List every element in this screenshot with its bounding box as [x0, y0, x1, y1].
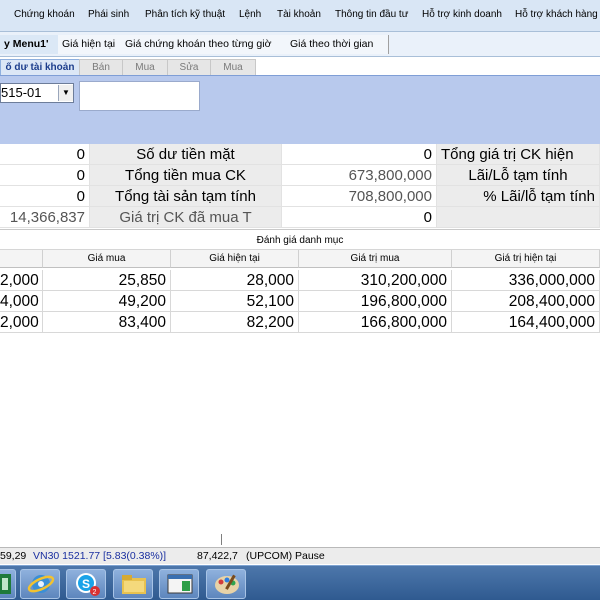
- table-cell[interactable]: 164,400,000: [452, 312, 600, 333]
- column-header-gia-hien-tai[interactable]: Giá hiện tại: [171, 250, 299, 268]
- summary-value: 0: [0, 186, 90, 207]
- tab-mua-2[interactable]: Mua: [210, 59, 256, 75]
- chevron-down-icon[interactable]: ▼: [58, 85, 73, 101]
- table-cell[interactable]: 49,200: [43, 291, 171, 312]
- account-select-value: 515-01: [1, 85, 42, 100]
- table-cell[interactable]: 28,000: [171, 270, 299, 291]
- table-cell[interactable]: 25,850: [43, 270, 171, 291]
- table-cell[interactable]: 82,200: [171, 312, 299, 333]
- skype-icon: S2: [76, 573, 100, 596]
- summary-empty: [437, 207, 600, 228]
- svg-text:S: S: [82, 577, 90, 591]
- tab-gia-hien-tai[interactable]: Giá hiện tại: [58, 35, 129, 54]
- summary-value: 14,366,837: [0, 207, 90, 228]
- summary-value: 0: [0, 165, 90, 186]
- summary-value: 708,800,000: [282, 186, 437, 207]
- tab-mua[interactable]: Mua: [122, 59, 168, 75]
- ie-icon: [27, 575, 55, 593]
- paint-icon: [215, 574, 239, 594]
- table-cell[interactable]: 52,100: [171, 291, 299, 312]
- table-cell[interactable]: 83,400: [43, 312, 171, 333]
- splitter[interactable]: [221, 534, 222, 545]
- window-icon: [167, 574, 193, 594]
- column-header-gia-tri-hien-tai[interactable]: Giá trị hiện tại: [452, 250, 600, 268]
- account-text-field[interactable]: [79, 81, 200, 111]
- table-cell[interactable]: 2,000: [0, 312, 43, 333]
- tab-ban[interactable]: Bán: [79, 59, 123, 75]
- account-select[interactable]: 515-01 ▼: [0, 83, 74, 103]
- balance-summary: 0 Số dư tiền mặt 0 Tổng giá trị CK hiện …: [0, 144, 600, 228]
- tab-sua[interactable]: Sửa: [167, 59, 211, 75]
- menu-bar: Chứng khoán Phái sinh Phân tích kỹ thuật…: [0, 0, 600, 32]
- menu-chung-khoan[interactable]: Chứng khoán: [14, 9, 75, 20]
- taskbar-paint[interactable]: [206, 569, 246, 599]
- taskbar-explorer[interactable]: [113, 569, 153, 599]
- column-header[interactable]: [0, 250, 43, 268]
- status-index-right: 87,422,7: [197, 550, 238, 562]
- tab-my-menu[interactable]: y Menu1': [0, 35, 66, 54]
- sub-tabs: ố dư tài khoản Bán Mua Sửa Mua: [0, 58, 600, 75]
- taskbar-skype[interactable]: S2: [66, 569, 106, 599]
- taskbar-excel[interactable]: [0, 569, 16, 599]
- menu-phan-tich-ky-thuat[interactable]: Phân tích kỹ thuật: [145, 9, 225, 20]
- menu-lenh[interactable]: Lệnh: [239, 9, 261, 20]
- portfolio-title: Đánh giá danh mục: [0, 229, 600, 250]
- status-index-left: 59,29: [0, 550, 27, 562]
- taskbar-app-window[interactable]: [159, 569, 199, 599]
- table-cell[interactable]: 4,000: [0, 291, 43, 312]
- taskbar-browser[interactable]: [20, 569, 60, 599]
- table-cell[interactable]: 336,000,000: [452, 270, 600, 291]
- tab-gia-theo-thoi-gian[interactable]: Giá theo thời gian: [286, 35, 389, 54]
- toolbar: y Menu1' Giá hiện tại Giá chứng khoán th…: [0, 32, 600, 57]
- summary-label: Tổng tài sản tạm tính: [90, 186, 282, 207]
- tab-gia-theo-gio[interactable]: Giá chứng khoán theo từng giờ: [121, 35, 294, 54]
- summary-label: % Lãi/lỗ tạm tính: [437, 186, 600, 207]
- tab-so-du-tai-khoan[interactable]: ố dư tài khoản: [0, 59, 80, 75]
- summary-label: Giá trị CK đã mua T: [90, 207, 282, 228]
- table-cell[interactable]: 310,200,000: [299, 270, 452, 291]
- status-bar: 59,29 VN30 1521.77 [5.83(0.38%)] 87,422,…: [0, 547, 600, 564]
- menu-phai-sinh[interactable]: Phái sinh: [88, 9, 129, 20]
- status-upcom: (UPCOM) Pause: [246, 550, 325, 562]
- status-vn30: VN30 1521.77 [5.83(0.38%)]: [33, 550, 167, 562]
- summary-value: 0: [0, 144, 90, 165]
- menu-tai-khoan[interactable]: Tài khoản: [277, 9, 321, 20]
- menu-thong-tin-dau-tu[interactable]: Thông tin đầu tư: [335, 9, 408, 20]
- column-header-gia-mua[interactable]: Giá mua: [43, 250, 171, 268]
- table-cell[interactable]: 208,400,000: [452, 291, 600, 312]
- summary-value: 0: [282, 207, 437, 228]
- summary-label: Lãi/Lỗ tạm tính: [437, 165, 600, 186]
- summary-value: 673,800,000: [282, 165, 437, 186]
- summary-label: Tổng tiền mua CK: [90, 165, 282, 186]
- table-cell[interactable]: 2,000: [0, 270, 43, 291]
- column-header-gia-tri-mua[interactable]: Giá trị mua: [299, 250, 452, 268]
- excel-icon: [0, 574, 11, 594]
- table-cell[interactable]: 196,800,000: [299, 291, 452, 312]
- menu-ho-tro-kinh-doanh[interactable]: Hỗ trợ kinh doanh: [422, 9, 502, 20]
- summary-value: 0: [282, 144, 437, 165]
- summary-label: Số dư tiền mặt: [90, 144, 282, 165]
- taskbar: S2: [0, 565, 600, 600]
- menu-ho-tro-khach-hang[interactable]: Hỗ trợ khách hàng: [515, 9, 598, 20]
- table-cell[interactable]: 166,800,000: [299, 312, 452, 333]
- folder-icon: [122, 575, 146, 594]
- summary-label: Tổng giá trị CK hiện: [437, 144, 600, 165]
- svg-text:2: 2: [93, 589, 97, 596]
